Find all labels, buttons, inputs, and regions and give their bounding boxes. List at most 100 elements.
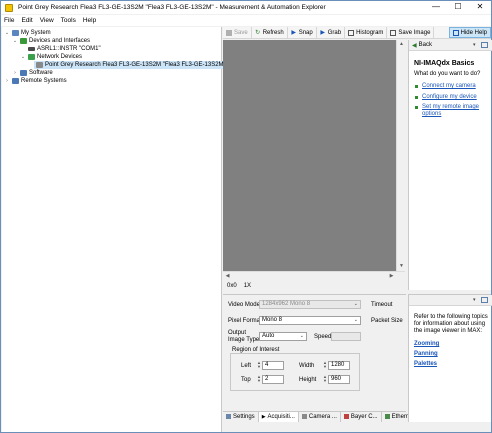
pane-window-icon[interactable] — [481, 297, 488, 303]
hide-help-button[interactable]: Hide Help — [448, 27, 491, 38]
main-window: Point Grey Research Flea3 FL3-GE-13S2M "… — [0, 0, 492, 433]
back-arrow-icon[interactable]: ◀ — [412, 42, 417, 49]
height-spinner-icon[interactable]: ▲ ▼ — [323, 375, 327, 383]
left-input[interactable]: 4 — [262, 361, 284, 370]
help-link-panning[interactable]: Panning — [414, 351, 438, 357]
expand-icon[interactable]: › — [4, 78, 10, 84]
camera-icon — [36, 62, 43, 68]
pane-menu-icon[interactable]: ▾ — [473, 298, 478, 303]
width-input[interactable]: 1280 — [328, 361, 350, 370]
tab-acquisition[interactable]: ▶ Acquisiti... — [258, 411, 299, 422]
scroll-up-icon[interactable]: ▲ — [398, 41, 405, 48]
tab-bayer[interactable]: Bayer C... — [341, 411, 382, 422]
viewer-status: 0x0 1X — [223, 281, 405, 290]
help-subtitle: What do you want to do? — [414, 71, 481, 77]
acquisition-tab-icon: ▶ — [261, 413, 266, 420]
grab-button[interactable]: ▶ Grab — [317, 27, 346, 38]
help-icon — [452, 29, 459, 36]
horizontal-scrollbar[interactable]: ◀ ▶ — [223, 271, 405, 280]
camera-tab-icon — [301, 414, 307, 419]
vertical-scrollbar[interactable]: ▲ ▼ — [396, 40, 405, 271]
close-button[interactable]: ✕ — [469, 1, 491, 14]
help-link-connect[interactable]: Connect my camera — [422, 83, 476, 90]
dropdown-arrow-icon: ⌄ — [299, 333, 304, 339]
pixel-format-select[interactable]: Mono 8 ⌄ — [259, 316, 361, 325]
menu-view[interactable]: View — [40, 17, 54, 24]
height-input[interactable]: 960 — [328, 375, 350, 384]
collapse-icon[interactable]: ⌄ — [4, 30, 10, 36]
expand-icon[interactable]: › — [12, 70, 18, 76]
collapse-icon[interactable]: ⌄ — [20, 54, 26, 60]
timeout-label: Timeout — [371, 302, 393, 308]
scroll-down-icon[interactable]: ▼ — [398, 263, 405, 270]
output-image-type-label: Output — [228, 330, 247, 336]
collapse-icon[interactable]: ⌄ — [12, 38, 18, 44]
tree-item-my-system[interactable]: ⌄ My System — [4, 29, 51, 37]
left-spinner-icon[interactable]: ▲ ▼ — [257, 361, 261, 369]
menu-edit[interactable]: Edit — [21, 17, 32, 24]
bullet-icon — [415, 85, 418, 88]
tree-item-network[interactable]: ⌄ Network Devices — [20, 53, 82, 61]
top-spinner-icon[interactable]: ▲ ▼ — [257, 375, 261, 383]
help-link-configure[interactable]: Configure my device — [422, 94, 477, 101]
menu-file[interactable]: File — [4, 17, 14, 24]
save-image-icon — [390, 29, 397, 36]
pane-window-icon[interactable] — [481, 42, 488, 48]
network-icon — [28, 54, 35, 60]
maximize-button[interactable]: ☐ — [447, 1, 469, 14]
help-link-palettes[interactable]: Palettes — [414, 361, 437, 367]
tab-camera[interactable]: Camera ... — [299, 411, 341, 422]
dropdown-arrow-icon: ⌄ — [353, 301, 358, 307]
snap-button[interactable]: ▶ Snap — [288, 27, 317, 38]
histogram-button[interactable]: Histogram — [345, 27, 388, 38]
help-title: NI-IMAQdx Basics — [414, 60, 475, 67]
ethernet-tab-icon — [384, 414, 390, 419]
save-button[interactable]: Save — [223, 27, 252, 38]
help-link-zooming[interactable]: Zooming — [414, 341, 439, 347]
pane-menu-icon[interactable]: ▾ — [473, 43, 478, 48]
tree-item-remote[interactable]: › Remote Systems — [4, 77, 67, 85]
save-image-button[interactable]: Save Image — [387, 27, 435, 38]
scroll-right-icon[interactable]: ▶ — [388, 273, 395, 280]
bullet-icon — [415, 106, 418, 109]
refresh-icon: ↻ — [255, 29, 261, 36]
menu-tools[interactable]: Tools — [61, 17, 76, 24]
minimize-button[interactable]: — — [425, 1, 447, 14]
back-button[interactable]: Back — [419, 42, 432, 48]
width-spinner-icon[interactable]: ▲ ▼ — [323, 361, 327, 369]
image-viewer[interactable] — [223, 40, 396, 271]
tree-item-asrl[interactable]: ASRL1::INSTR "COM1" — [26, 45, 101, 53]
help-nav-bar: ◀ Back ▾ — [409, 40, 492, 51]
top-label: Top — [241, 377, 251, 383]
video-mode-select[interactable]: 1284x962 Mono 8 ⌄ — [259, 300, 361, 309]
window-title: Point Grey Research Flea3 FL3-GE-13S2M "… — [18, 4, 326, 11]
roi-group — [230, 353, 360, 391]
coordinates-readout: 0x0 — [227, 282, 237, 289]
dropdown-arrow-icon: ⌄ — [353, 317, 358, 323]
toolbar: Save ↻ Refresh ▶ Snap ▶ Grab Histogram S… — [223, 27, 491, 39]
viewer-help-text: Refer to the following topics for inform… — [414, 314, 488, 334]
menu-help[interactable]: Help — [83, 17, 96, 24]
speed-select[interactable] — [331, 332, 361, 341]
tree-item-software[interactable]: › Software — [12, 69, 53, 77]
tree-item-devices[interactable]: ⌄ Devices and Interfaces — [12, 37, 90, 45]
window-controls: — ☐ ✕ — [425, 1, 491, 14]
software-icon — [20, 70, 27, 76]
tab-settings[interactable]: Settings — [223, 411, 259, 422]
top-input[interactable]: 2 — [262, 375, 284, 384]
viewer-help-bar: ▾ — [409, 295, 492, 306]
help-link-remote[interactable]: Set my remote image options — [422, 104, 488, 118]
serial-port-icon — [28, 47, 35, 51]
output-image-type-select[interactable]: Auto ⌄ — [259, 332, 307, 341]
bullet-icon — [415, 96, 418, 99]
app-icon — [5, 3, 13, 12]
tree-item-camera[interactable]: Point Grey Research Flea3 FL3-GE-13S2M "… — [34, 61, 229, 69]
height-label: Height — [299, 377, 317, 383]
grab-icon: ▶ — [320, 29, 326, 36]
settings-tab-icon — [226, 414, 231, 419]
snap-icon: ▶ — [291, 29, 297, 36]
refresh-button[interactable]: ↻ Refresh — [252, 27, 288, 38]
histogram-icon — [348, 29, 355, 36]
scroll-left-icon[interactable]: ◀ — [224, 273, 231, 280]
pixel-format-label: Pixel Format — [228, 318, 262, 324]
